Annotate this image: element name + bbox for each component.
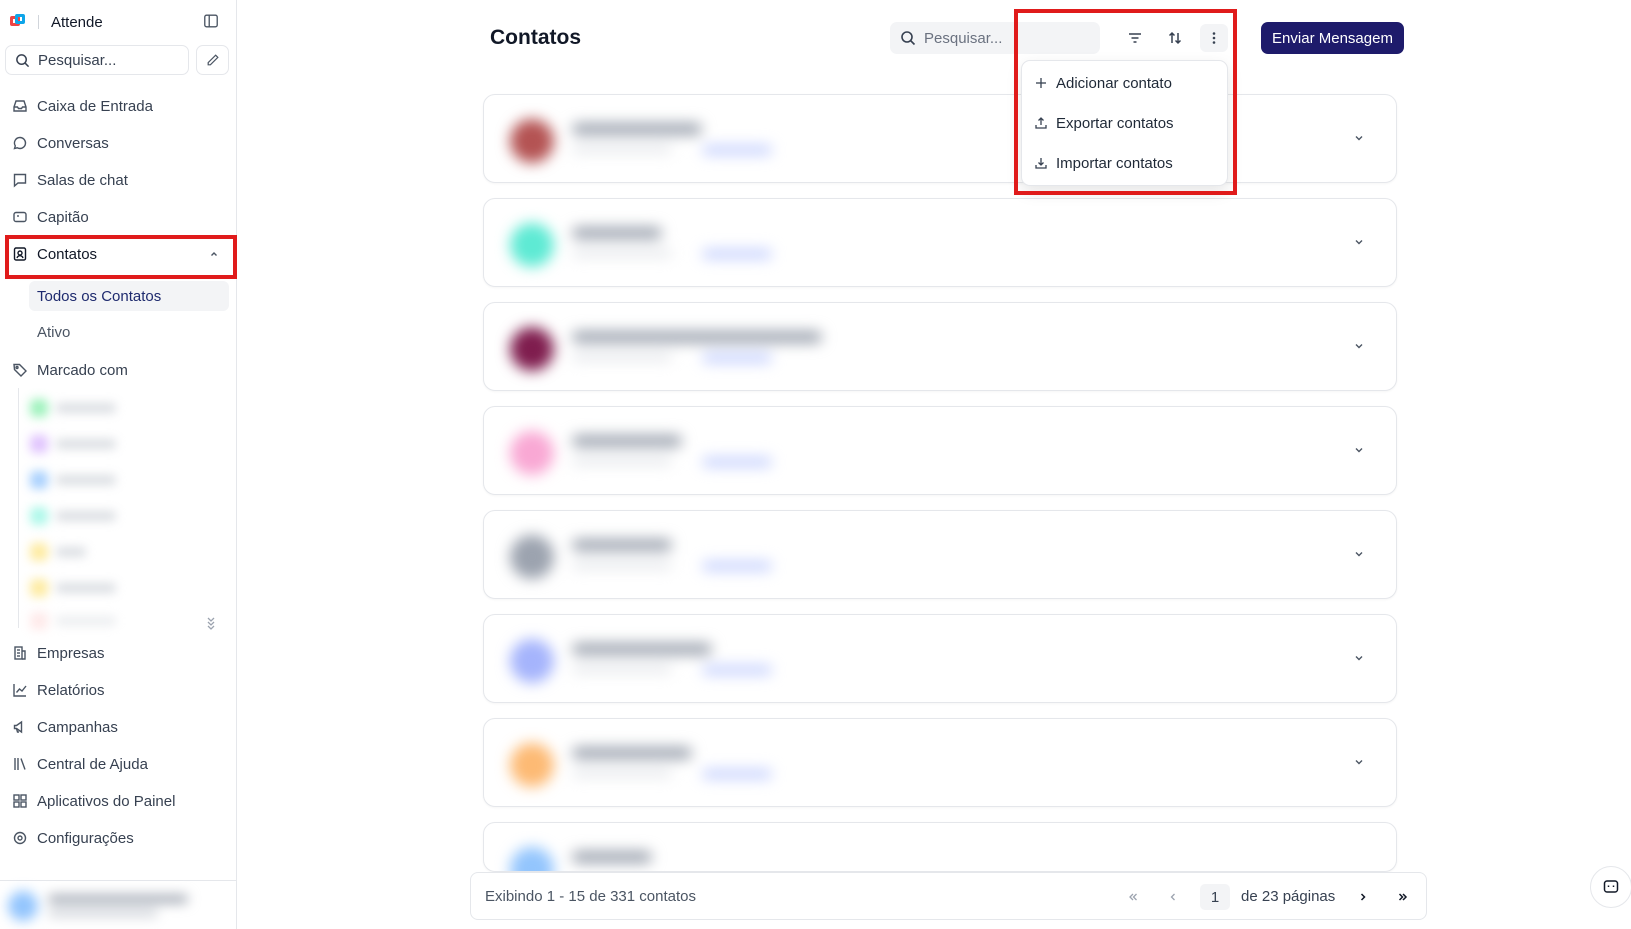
first-page-icon[interactable] [1121, 885, 1145, 909]
captain-icon [13, 211, 27, 223]
contact-card[interactable] [483, 94, 1397, 183]
sidebar-subitem-label: Ativo [37, 323, 71, 341]
contact-card[interactable] [483, 822, 1397, 872]
tag-item[interactable] [30, 577, 140, 599]
sidebar-item-label: Caixa de Entrada [37, 97, 153, 115]
chevron-down-icon[interactable] [1352, 755, 1366, 769]
sidebar-subitem-all-contacts[interactable]: Todos os Contatos [29, 281, 229, 311]
sidebar-subitem-label: Todos os Contatos [37, 287, 162, 305]
brand[interactable]: Attende [10, 12, 103, 32]
inbox-icon [13, 100, 27, 112]
search-icon [901, 31, 916, 46]
app-name: Attende [51, 13, 103, 31]
prev-page-icon[interactable] [1161, 885, 1185, 909]
library-icon [14, 758, 26, 770]
tag-tree-line [18, 388, 19, 628]
last-page-icon[interactable] [1391, 885, 1415, 909]
search-icon [16, 53, 30, 67]
sidebar-toggle-icon[interactable] [203, 13, 221, 31]
contact-card[interactable] [483, 510, 1397, 599]
tag-item[interactable] [30, 505, 140, 527]
settings-icon [13, 831, 27, 845]
chevron-down-icon[interactable] [1352, 443, 1366, 457]
next-page-icon[interactable] [1351, 885, 1375, 909]
sidebar-item-conversations[interactable]: Conversas [5, 126, 231, 160]
chevrons-down-icon[interactable] [205, 614, 219, 632]
sidebar-item-reports[interactable]: Relatórios [5, 673, 231, 707]
sidebar-item-dashboard-apps[interactable]: Aplicativos do Painel [5, 784, 231, 818]
sidebar-item-label: Aplicativos do Painel [37, 792, 176, 810]
sidebar-item-inbox[interactable]: Caixa de Entrada [5, 89, 231, 123]
sidebar-item-label: Configurações [37, 829, 134, 847]
sidebar-item-companies[interactable]: Empresas [5, 636, 231, 670]
brand-divider [38, 15, 39, 29]
sidebar-item-label: Campanhas [37, 718, 118, 736]
chat-widget-button[interactable] [1590, 866, 1631, 908]
highlight-box-menu [1014, 9, 1237, 195]
sidebar-item-label: Relatórios [37, 681, 105, 699]
sidebar-item-chat-rooms[interactable]: Salas de chat [5, 163, 231, 197]
app-logo-icon [10, 14, 26, 30]
current-page[interactable]: 1 [1200, 884, 1230, 910]
results-info: Exibindo 1 - 15 de 331 contatos [485, 888, 696, 905]
sidebar-item-label: Salas de chat [37, 171, 128, 189]
sidebar: Attende Pesquisar... Caixa de Entrada Co… [0, 0, 237, 929]
send-message-button[interactable]: Enviar Mensagem [1261, 22, 1404, 54]
app-root: Attende Pesquisar... Caixa de Entrada Co… [0, 0, 1631, 929]
chat-bubble-icon [13, 136, 27, 150]
tag-item[interactable] [30, 541, 140, 563]
contact-card[interactable] [483, 302, 1397, 391]
contact-card[interactable] [483, 198, 1397, 287]
user-profile[interactable] [0, 880, 236, 929]
sidebar-item-label: Conversas [37, 134, 109, 152]
page-count: de 23 páginas [1241, 888, 1336, 905]
sidebar-item-label: Empresas [37, 644, 105, 662]
sidebar-item-label: Central de Ajuda [37, 755, 148, 773]
sidebar-item-tagged[interactable]: Marcado com [5, 353, 231, 387]
sidebar-item-label: Capitão [37, 208, 89, 226]
highlight-box-contacts [5, 235, 237, 279]
chevron-down-icon[interactable] [1352, 651, 1366, 665]
sidebar-search-placeholder: Pesquisar... [38, 51, 117, 69]
sidebar-item-settings[interactable]: Configurações [5, 821, 231, 855]
message-square-icon [13, 173, 27, 188]
chevron-down-icon[interactable] [1352, 131, 1366, 145]
chat-widget-icon [1603, 880, 1619, 893]
tag-item[interactable] [30, 610, 140, 632]
page-title: Contatos [490, 26, 581, 49]
chart-line-icon [13, 684, 27, 697]
sidebar-item-captain[interactable]: Capitão [5, 200, 231, 234]
building-icon [14, 646, 26, 660]
tag-icon [13, 363, 27, 377]
contacts-search-placeholder: Pesquisar... [924, 29, 1003, 47]
tag-item[interactable] [30, 433, 140, 455]
contact-card[interactable] [483, 406, 1397, 495]
sidebar-subitem-active[interactable]: Ativo [29, 317, 229, 347]
sidebar-item-campaigns[interactable]: Campanhas [5, 710, 231, 744]
sidebar-item-label: Marcado com [37, 361, 128, 379]
chevron-down-icon[interactable] [1352, 547, 1366, 561]
pencil-icon [207, 54, 219, 66]
sidebar-search-input[interactable]: Pesquisar... [5, 45, 189, 75]
contact-card[interactable] [483, 614, 1397, 703]
tag-item[interactable] [30, 397, 140, 419]
profile-blurred-content [8, 889, 208, 923]
chevron-down-icon[interactable] [1352, 235, 1366, 249]
apps-grid-icon [13, 794, 27, 808]
sidebar-item-help-center[interactable]: Central de Ajuda [5, 747, 231, 781]
pagination-bar: Exibindo 1 - 15 de 331 contatos 1 de 23 … [470, 872, 1427, 920]
tag-item[interactable] [30, 469, 140, 491]
megaphone-icon [13, 720, 23, 734]
chevron-down-icon[interactable] [1352, 339, 1366, 353]
compose-button[interactable] [196, 45, 229, 75]
contact-card[interactable] [483, 718, 1397, 807]
